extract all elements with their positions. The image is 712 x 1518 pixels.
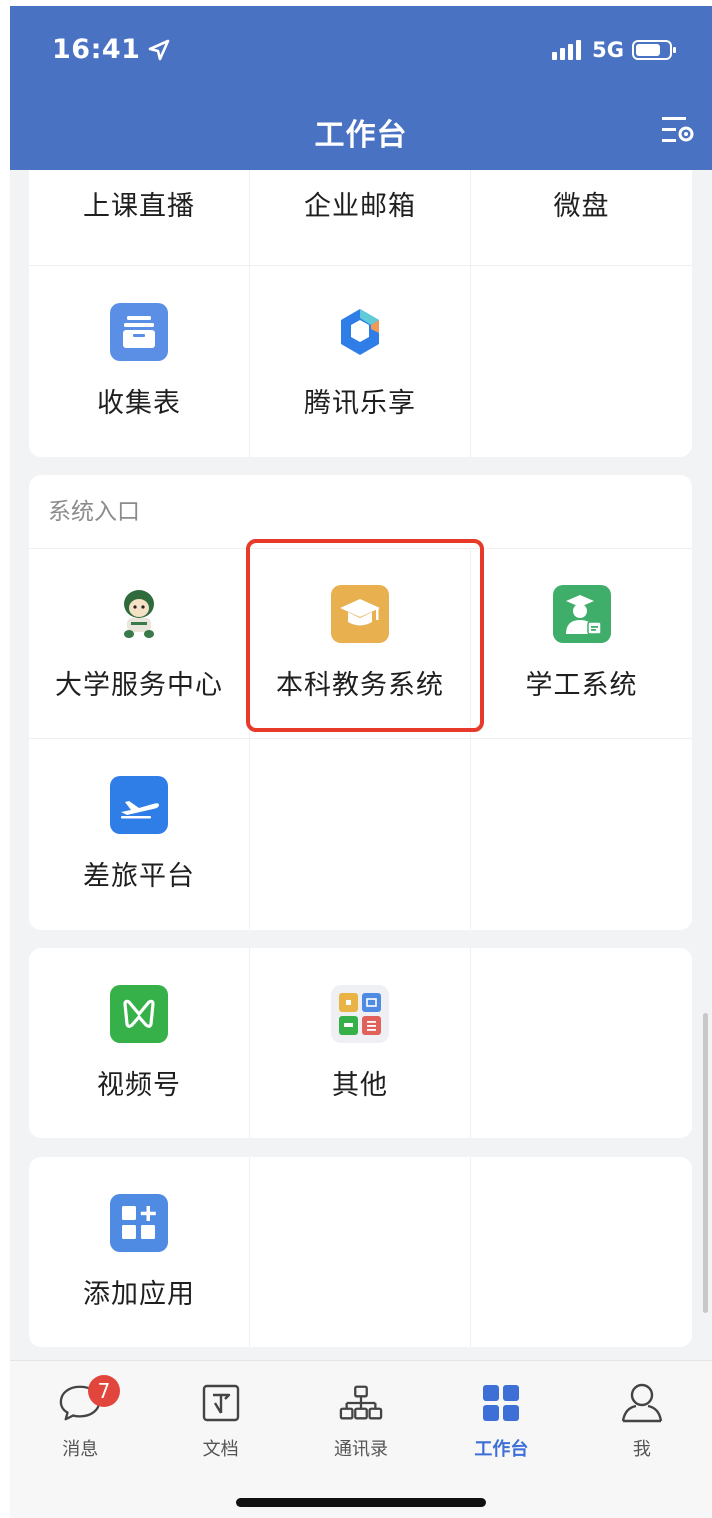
app-label: 腾讯乐享 bbox=[304, 388, 416, 419]
app-label: 收集表 bbox=[97, 388, 181, 419]
tab-label: 文档 bbox=[202, 1439, 239, 1460]
app-weipan[interactable]: 微盘 bbox=[471, 170, 692, 266]
empty-cell bbox=[250, 1157, 471, 1347]
tab-bar: 消息 7 文档 通讯录 工作台 我 bbox=[10, 1360, 712, 1518]
collect-form-icon bbox=[110, 303, 168, 361]
add-app-button[interactable]: 添加应用 bbox=[29, 1157, 250, 1347]
mascot-icon bbox=[110, 585, 168, 643]
tab-messages[interactable]: 消息 7 bbox=[10, 1361, 150, 1471]
app-live-class[interactable]: 上课直播 bbox=[29, 170, 250, 266]
app-label: 微盘 bbox=[553, 191, 610, 222]
tab-me[interactable]: 我 bbox=[572, 1361, 712, 1471]
tab-label: 工作台 bbox=[474, 1439, 529, 1460]
page-title: 工作台 bbox=[314, 118, 408, 153]
signal-icon bbox=[552, 40, 582, 60]
system-entry-card: 系统入口 大学服务中心 本科教务系统 学工系统 差旅平台 bbox=[29, 475, 692, 930]
tab-label: 我 bbox=[632, 1439, 651, 1460]
app-label: 本科教务系统 bbox=[276, 670, 444, 701]
app-label: 大学服务中心 bbox=[55, 670, 223, 701]
add-app-card: 添加应用 bbox=[29, 1157, 692, 1347]
section-title: 系统入口 bbox=[29, 475, 692, 549]
app-header: 16:41 5G 工作台 bbox=[10, 6, 712, 170]
tab-workbench[interactable]: 工作台 bbox=[431, 1361, 571, 1471]
student-certificate-icon bbox=[552, 585, 611, 643]
location-arrow-icon bbox=[149, 39, 170, 60]
media-card: 视频号 其他 bbox=[29, 948, 692, 1138]
app-label: 差旅平台 bbox=[83, 860, 195, 892]
graduation-cap-icon bbox=[331, 585, 389, 643]
app-undergraduate-academic-system[interactable]: 本科教务系统 bbox=[250, 549, 471, 739]
empty-cell bbox=[471, 739, 692, 929]
network-type: 5G bbox=[592, 38, 624, 62]
tab-documents[interactable]: 文档 bbox=[150, 1361, 290, 1471]
app-label: 上课直播 bbox=[83, 191, 195, 222]
list-settings-icon[interactable] bbox=[658, 110, 698, 150]
app-collect-form[interactable]: 收集表 bbox=[29, 266, 250, 457]
airplane-icon bbox=[110, 775, 168, 834]
app-label: 视频号 bbox=[97, 1069, 181, 1101]
apps-card-top: 上课直播 企业邮箱 微盘 收集表 腾讯乐享 bbox=[29, 170, 692, 457]
app-label: 企业邮箱 bbox=[304, 191, 416, 222]
unread-badge: 7 bbox=[88, 1375, 120, 1407]
tab-contacts[interactable]: 通讯录 bbox=[291, 1361, 431, 1471]
app-travel-platform[interactable]: 差旅平台 bbox=[29, 739, 250, 929]
person-icon bbox=[620, 1381, 664, 1425]
channels-icon bbox=[110, 984, 168, 1043]
app-tencent-lexiang[interactable]: 腾讯乐享 bbox=[250, 266, 471, 457]
app-label: 添加应用 bbox=[83, 1278, 195, 1310]
home-indicator[interactable] bbox=[236, 1498, 486, 1507]
app-label: 其他 bbox=[332, 1069, 388, 1101]
app-other[interactable]: 其他 bbox=[250, 948, 471, 1138]
app-university-service-center[interactable]: 大学服务中心 bbox=[29, 549, 250, 739]
empty-cell bbox=[471, 1157, 692, 1347]
tab-label: 通讯录 bbox=[334, 1439, 389, 1460]
other-apps-grid-icon bbox=[331, 984, 389, 1043]
workbench-content[interactable]: 上课直播 企业邮箱 微盘 收集表 腾讯乐享 系统入口 大学服务中心 本科教务系统… bbox=[10, 170, 712, 1360]
add-app-icon bbox=[110, 1193, 168, 1252]
app-student-affairs-system[interactable]: 学工系统 bbox=[471, 549, 692, 739]
workbench-grid-icon bbox=[479, 1381, 523, 1425]
app-label: 学工系统 bbox=[525, 670, 638, 701]
tab-label: 消息 bbox=[62, 1439, 99, 1460]
empty-cell bbox=[471, 266, 692, 457]
document-icon bbox=[199, 1381, 243, 1425]
app-channels[interactable]: 视频号 bbox=[29, 948, 250, 1138]
phone-screen: 16:41 5G 工作台 上课直播 企业邮箱 微盘 收集表 腾讯乐享 系统入口 … bbox=[10, 6, 712, 1518]
app-enterprise-mail[interactable]: 企业邮箱 bbox=[250, 170, 471, 266]
tencent-lexiang-icon bbox=[331, 303, 389, 361]
scrollbar[interactable] bbox=[703, 1013, 708, 1313]
status-indicators: 5G bbox=[552, 38, 678, 62]
org-chart-icon bbox=[339, 1381, 383, 1425]
empty-cell bbox=[471, 948, 692, 1138]
status-time: 16:41 bbox=[52, 34, 170, 65]
battery-icon bbox=[632, 40, 676, 60]
empty-cell bbox=[250, 739, 471, 929]
